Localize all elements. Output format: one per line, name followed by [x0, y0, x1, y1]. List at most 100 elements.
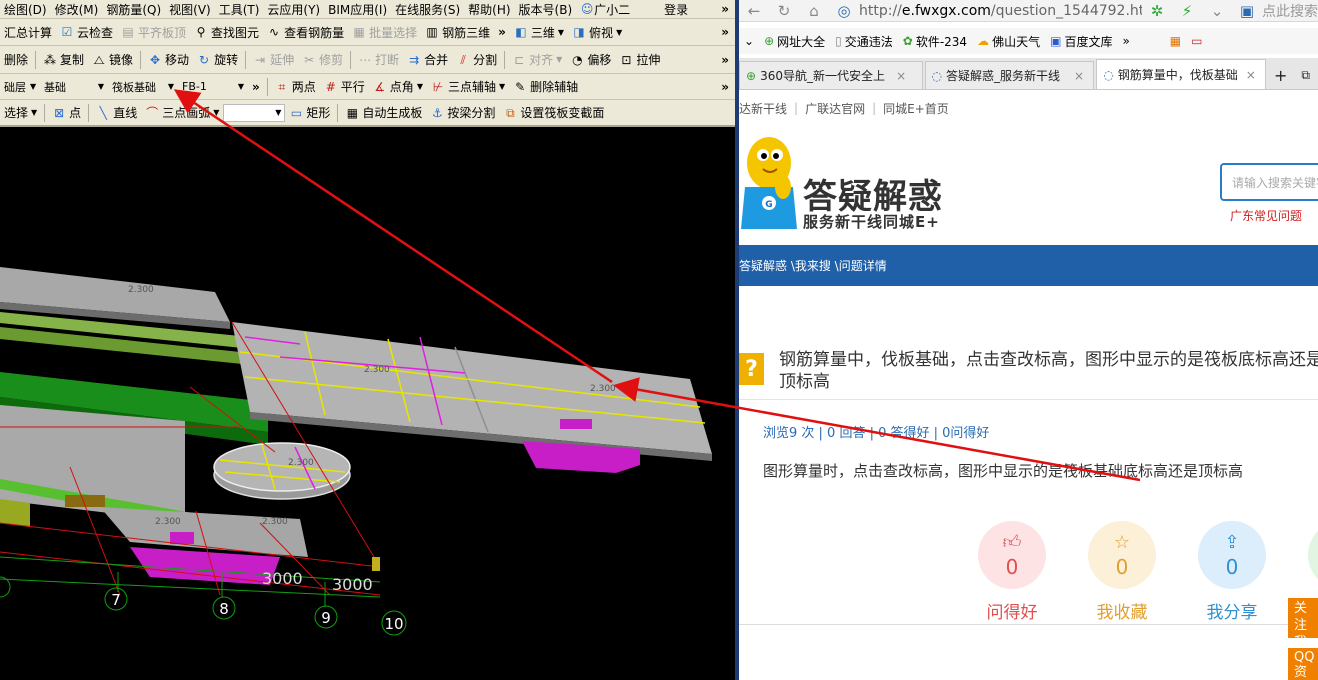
- axis-bubble-8[interactable]: 8: [212, 596, 236, 620]
- axis-bubble-partial[interactable]: [0, 576, 11, 598]
- arc-button[interactable]: ⌒ 三点画弧 ▼: [141, 102, 223, 124]
- set-raft-section-button[interactable]: ⧉ 设置筏板变截面: [499, 102, 608, 124]
- three-point-axis-button[interactable]: ⊬ 三点辅轴 ▼: [427, 76, 509, 98]
- menu-assistant[interactable]: ☺ 广小二: [576, 0, 634, 18]
- bookmark-item[interactable]: ✿ 软件-234: [898, 33, 972, 50]
- menu-tools[interactable]: 工具(T): [215, 0, 264, 18]
- axis-bubble-7[interactable]: 7: [104, 587, 128, 611]
- login-button[interactable]: 登录: [660, 0, 692, 18]
- rotate-button[interactable]: ↻ 旋转: [193, 49, 242, 71]
- home-icon[interactable]: ⌂: [799, 2, 829, 20]
- delete-axis-button[interactable]: ✎ 删除辅轴: [509, 76, 582, 98]
- top-view-dropdown[interactable]: ◨ 俯视 ▼: [568, 21, 626, 43]
- site-search-input[interactable]: 请输入搜索关键字: [1220, 163, 1318, 201]
- auto-gen-slab-button[interactable]: ▦ 自动生成板: [341, 102, 426, 124]
- summary-calc-button[interactable]: 汇总计算: [0, 21, 56, 43]
- topnav-link[interactable]: 广联达官网: [805, 100, 865, 117]
- element-name-select[interactable]: FB-1 ▼: [178, 78, 248, 96]
- topnav-link[interactable]: 同城E+首页: [883, 100, 949, 117]
- qq-consult-button[interactable]: QQ资讯: [1288, 648, 1318, 680]
- align-button[interactable]: ⊏ 对齐 ▼: [508, 49, 566, 71]
- menu-help[interactable]: 帮助(H): [464, 0, 514, 18]
- chevron-down-icon[interactable]: ⌄: [1202, 2, 1232, 20]
- bookmark-item[interactable]: ▯ 交通违法: [830, 33, 898, 50]
- layer-select[interactable]: 础层 ▼: [0, 78, 40, 96]
- close-icon[interactable]: ×: [1074, 69, 1084, 83]
- close-icon[interactable]: ×: [896, 69, 906, 83]
- split-by-beam-button[interactable]: ⚓ 按梁分割: [426, 102, 499, 124]
- align-slab-top-button[interactable]: ▤ 平齐板顶: [117, 21, 190, 43]
- category-select[interactable]: 基础 ▼: [40, 78, 108, 96]
- follow-us-button[interactable]: 关注我们: [1288, 598, 1318, 667]
- menu-version[interactable]: 版本号(B): [515, 0, 577, 18]
- merge-button[interactable]: ⇉ 合并: [403, 49, 452, 71]
- favorite-button[interactable]: ☆ 0: [1088, 521, 1156, 589]
- topnav-link[interactable]: 达新干线: [739, 100, 787, 117]
- menu-rebar[interactable]: 钢筋量(Q): [102, 0, 165, 18]
- more-chevron-icon[interactable]: »: [721, 25, 735, 39]
- more-chevron-icon[interactable]: »: [721, 2, 735, 16]
- delete-button[interactable]: 删除: [0, 49, 32, 71]
- adblock-icon[interactable]: ▭: [1186, 34, 1207, 48]
- menu-view[interactable]: 视图(V): [165, 0, 215, 18]
- offset-button[interactable]: ◔ 偏移: [566, 49, 615, 71]
- breadcrumb[interactable]: 答疑解惑 \我来搜 \问题详情: [739, 257, 887, 274]
- point-angle-button[interactable]: ∡ 点角 ▼: [369, 76, 427, 98]
- new-tab-button[interactable]: +: [1268, 61, 1293, 89]
- batch-select-button[interactable]: ▦ 批量选择: [348, 21, 421, 43]
- menu-bim[interactable]: BIM应用(I): [324, 0, 391, 18]
- axis-bubble-10[interactable]: 10: [381, 610, 407, 636]
- hot-question-link[interactable]: 广东常见问题: [1230, 207, 1302, 224]
- lightning-icon[interactable]: ⚡: [1172, 2, 1202, 20]
- rectangle-button[interactable]: ▭ 矩形: [285, 102, 334, 124]
- bookmark-item[interactable]: ⊕ 网址大全: [759, 33, 830, 50]
- move-button[interactable]: ✥ 移动: [144, 49, 193, 71]
- more-bookmarks-chevron-icon[interactable]: »: [1117, 34, 1134, 48]
- tab-qa[interactable]: ◌ 答疑解惑_服务新干线 ×: [924, 61, 1095, 89]
- arc-option-select[interactable]: ▼: [223, 103, 286, 122]
- element-type-select[interactable]: 筏板基础 ▼: [108, 78, 178, 96]
- url-field[interactable]: http://e.fwxgx.com/question_1544792.html: [859, 1, 1142, 21]
- search-hint[interactable]: 点此搜索: [1262, 1, 1318, 21]
- extend-button[interactable]: ⇥ 延伸: [249, 49, 298, 71]
- mascot-logo[interactable]: G: [739, 129, 803, 241]
- apps-icon[interactable]: ▦: [1165, 34, 1186, 48]
- beam-green-lower-2[interactable]: [0, 499, 30, 527]
- reload-green-icon[interactable]: ✲: [1142, 2, 1172, 20]
- tab-360-nav[interactable]: ⊕ 360导航_新一代安全上 ×: [739, 61, 923, 89]
- close-icon[interactable]: ×: [1246, 68, 1256, 82]
- like-button[interactable]: 👍︎ 0: [978, 521, 1046, 589]
- model-canvas[interactable]: 7 8 9 10 3000 3000 2.300 2.300 2.300 2.3…: [0, 127, 735, 680]
- split-button[interactable]: ⫽ 分割: [452, 49, 501, 71]
- back-arrow-icon[interactable]: ←: [739, 2, 769, 20]
- two-point-axis-button[interactable]: ⌗ 两点: [271, 76, 320, 98]
- find-element-button[interactable]: ⚲ 查找图元: [190, 21, 263, 43]
- search-engine-icon[interactable]: ▣: [1232, 2, 1262, 20]
- select-dropdown[interactable]: 选择 ▼: [0, 102, 41, 124]
- trim-button[interactable]: ✂ 修剪: [298, 49, 347, 71]
- tab-current-question[interactable]: ◌ 钢筋算量中，伐板基础 ×: [1096, 59, 1266, 89]
- more-chevron-icon[interactable]: »: [721, 80, 735, 94]
- point-button[interactable]: ⊠ 点: [48, 102, 85, 124]
- view-3d-dropdown[interactable]: ◧ 三维 ▼: [510, 21, 568, 43]
- parallel-axis-button[interactable]: # 平行: [320, 76, 369, 98]
- cloud-check-button[interactable]: ☑ 云检查: [56, 21, 117, 43]
- menu-draw[interactable]: 绘图(D): [0, 0, 51, 18]
- mirror-button[interactable]: ⧍ 镜像: [88, 49, 137, 71]
- more-chevron-icon[interactable]: »: [721, 53, 735, 67]
- slab-gray-lower[interactable]: [100, 507, 308, 557]
- 3d-viewport[interactable]: 7 8 9 10 3000 3000 2.300 2.300 2.300 2.3…: [0, 127, 735, 680]
- line-button[interactable]: ╲ 直线: [92, 102, 141, 124]
- bookmarks-chevron-icon[interactable]: ⌄: [739, 34, 759, 48]
- overflow-chevron-1[interactable]: »: [494, 21, 510, 43]
- axis-bubble-9[interactable]: 9: [314, 605, 338, 629]
- view-rebar-button[interactable]: ∿ 查看钢筋量: [263, 21, 348, 43]
- rebar-3d-button[interactable]: ▥ 钢筋三维: [421, 21, 494, 43]
- menu-online[interactable]: 在线服务(S): [391, 0, 464, 18]
- extra-action-button[interactable]: [1308, 521, 1318, 589]
- overflow-chevron-2[interactable]: »: [248, 76, 264, 98]
- restore-tab-icon[interactable]: ⧉: [1295, 61, 1316, 89]
- break-button[interactable]: ⋯ 打断: [354, 49, 403, 71]
- bookmark-item[interactable]: ☁ 佛山天气: [972, 33, 1045, 50]
- bookmark-item[interactable]: ▣ 百度文库: [1045, 33, 1117, 50]
